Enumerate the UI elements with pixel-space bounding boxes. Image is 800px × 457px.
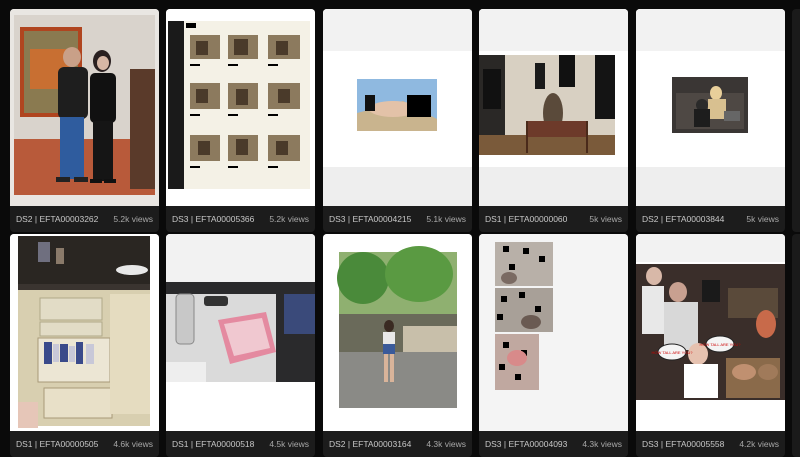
- gallery-card[interactable]: DS3 | EFTA00005366 5.2k views: [166, 9, 315, 232]
- gallery-card[interactable]: HOW TALL ARE YOU? HOW TALL ARE YOU? DS3 …: [636, 234, 785, 457]
- card-caption: DS3 | EFTA00005558 4.2k views: [636, 431, 785, 457]
- redacted-collage-photo: [479, 234, 628, 431]
- document-code: DS2 | EFTA00003164: [329, 439, 412, 449]
- card-caption: DS2 | EFTA00003164 4.3k views: [323, 431, 472, 457]
- card-caption: DS1 | EFTA00000060 5k views: [479, 206, 628, 232]
- photo-thumbnail[interactable]: [10, 234, 159, 431]
- open-drawer-photo: [10, 234, 159, 431]
- card-caption: DS3 | EFTA00005366 5.2k views: [166, 206, 315, 232]
- photo-thumbnail[interactable]: [479, 234, 628, 431]
- gallery-card[interactable]: DS3 | EFTA00004215 5.1k views: [323, 9, 472, 232]
- document-code: DS1 | EFTA00000505: [16, 439, 99, 449]
- gallery-card[interactable]: DS2 | EFTA00003844 5k views: [636, 9, 785, 232]
- outdoor-walkway-photo: [323, 234, 472, 431]
- document-code: DS3 | EFTA00004093: [485, 439, 568, 449]
- gallery-card[interactable]: DS2 | EFTA00003262 5.2k views: [10, 9, 159, 232]
- photo-thumbnail[interactable]: [166, 9, 315, 206]
- speech-bubble-text: HOW TALL ARE YOU?: [700, 342, 742, 347]
- gallery-card[interactable]: DS1 | EFTA00000518 4.5k views: [166, 234, 315, 457]
- document-code: DS2 | EFTA00003844: [642, 214, 725, 224]
- view-count: 4.5k views: [269, 439, 309, 449]
- redacted-photo: [323, 9, 472, 206]
- photo-thumbnail[interactable]: [323, 9, 472, 206]
- document-code: DS2 | EFTA00003262: [16, 214, 99, 224]
- room-with-sculpture-photo: [479, 9, 628, 206]
- speech-bubble-text: HOW TALL ARE YOU?: [652, 350, 694, 355]
- card-caption: DS1 | EFTA00000505 4.6k views: [10, 431, 159, 457]
- photo-two-people: [10, 9, 159, 206]
- photo-thumbnail[interactable]: HOW TALL ARE YOU? HOW TALL ARE YOU?: [636, 234, 785, 431]
- gallery-card[interactable]: DS3 | EFTA00004093 4.3k views: [479, 234, 628, 457]
- card-caption: DS3 | EFTA00004215 5.1k views: [323, 206, 472, 232]
- view-count: 5.2k views: [113, 214, 153, 224]
- view-count: 5k views: [589, 214, 622, 224]
- photo-thumbnail[interactable]: [636, 9, 785, 206]
- nightstand-photo: [166, 234, 315, 431]
- contact-sheet-photo: [166, 9, 315, 206]
- photo-thumbnail[interactable]: [10, 9, 159, 206]
- card-caption: DS2 | EFTA00003262 5.2k views: [10, 206, 159, 232]
- document-code: DS3 | EFTA00005366: [172, 214, 255, 224]
- partial-card[interactable]: [792, 234, 800, 457]
- partial-card[interactable]: [792, 9, 800, 232]
- view-count: 5.1k views: [426, 214, 466, 224]
- view-count: 4.3k views: [426, 439, 466, 449]
- document-code: DS1 | EFTA00000060: [485, 214, 568, 224]
- card-caption: DS2 | EFTA00003844 5k views: [636, 206, 785, 232]
- photo-thumbnail[interactable]: [166, 234, 315, 431]
- card-caption: DS1 | EFTA00000518 4.5k views: [166, 431, 315, 457]
- sofa-photo: [636, 9, 785, 206]
- gallery-card[interactable]: DS2 | EFTA00003164 4.3k views: [323, 234, 472, 457]
- view-count: 4.6k views: [113, 439, 153, 449]
- view-count: 5k views: [746, 214, 779, 224]
- view-count: 4.2k views: [739, 439, 779, 449]
- document-code: DS3 | EFTA00004215: [329, 214, 412, 224]
- gallery-grid: DS2 | EFTA00003262 5.2k views DS3 | EFTA…: [0, 0, 800, 457]
- view-count: 5.2k views: [269, 214, 309, 224]
- card-caption: DS3 | EFTA00004093 4.3k views: [479, 431, 628, 457]
- view-count: 4.3k views: [582, 439, 622, 449]
- document-code: DS1 | EFTA00000518: [172, 439, 255, 449]
- gallery-card[interactable]: DS1 | EFTA00000505 4.6k views: [10, 234, 159, 457]
- photo-thumbnail[interactable]: [323, 234, 472, 431]
- party-collage-photo: HOW TALL ARE YOU? HOW TALL ARE YOU?: [636, 234, 785, 431]
- gallery-card[interactable]: DS1 | EFTA00000060 5k views: [479, 9, 628, 232]
- photo-thumbnail[interactable]: [479, 9, 628, 206]
- document-code: DS3 | EFTA00005558: [642, 439, 725, 449]
